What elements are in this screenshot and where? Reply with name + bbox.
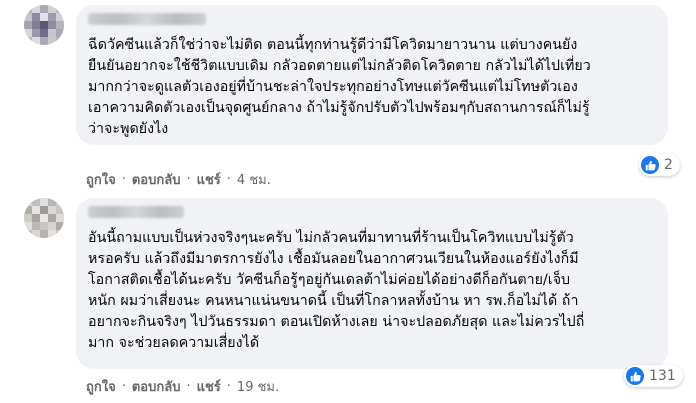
reaction-count-number: 131 <box>649 368 676 384</box>
share-link[interactable]: แชร์ <box>197 376 221 397</box>
comment-text: ฉีดวัคซีนแล้วก็ใช่ว่าจะไม่ติด ตอนนี้ทุกท… <box>88 37 591 137</box>
reply-link[interactable]: ตอบกลับ <box>132 169 181 190</box>
commenter-name-redacted[interactable] <box>88 13 206 25</box>
separator: · <box>186 172 191 187</box>
comment-bubble: ฉีดวัคซีนแล้วก็ใช่ว่าจะไม่ติด ตอนนี้ทุกท… <box>76 5 668 145</box>
comment-actions: ถูกใจ · ตอบกลับ · แชร์ · 4 ชม. <box>86 169 271 190</box>
reaction-count-number: 2 <box>664 157 673 173</box>
reaction-count[interactable]: 2 <box>639 154 680 176</box>
commenter-name-redacted[interactable] <box>88 206 184 218</box>
separator: · <box>226 172 231 187</box>
avatar[interactable] <box>24 198 64 238</box>
separator: · <box>121 379 126 394</box>
thumbs-up-icon <box>641 156 659 174</box>
comment-actions: ถูกใจ · ตอบกลับ · แชร์ · 19 ชม. <box>86 376 279 397</box>
like-link[interactable]: ถูกใจ <box>86 376 116 397</box>
separator: · <box>186 379 191 394</box>
thumbs-up-icon <box>626 367 644 385</box>
separator: · <box>121 172 126 187</box>
separator: · <box>226 379 231 394</box>
comment-bubble: อันนี้ถามแบบเป็นห่วงจริงๆนะครับ ไม่กลัวค… <box>76 198 668 369</box>
reply-link[interactable]: ตอบกลับ <box>132 376 181 397</box>
like-link[interactable]: ถูกใจ <box>86 169 116 190</box>
timestamp[interactable]: 19 ชม. <box>237 376 279 397</box>
timestamp[interactable]: 4 ชม. <box>237 169 271 190</box>
comment-text: อันนี้ถามแบบเป็นห่วงจริงๆนะครับ ไม่กลัวค… <box>88 230 585 351</box>
reaction-count[interactable]: 131 <box>624 365 683 387</box>
avatar[interactable] <box>24 5 64 45</box>
share-link[interactable]: แชร์ <box>197 169 221 190</box>
